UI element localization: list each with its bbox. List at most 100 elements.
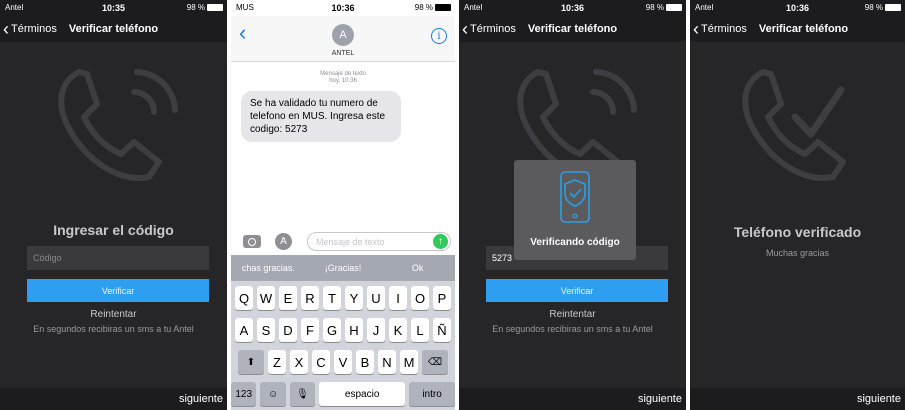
key-c[interactable]: C — [312, 350, 330, 374]
key-s[interactable]: S — [257, 318, 275, 342]
key-a[interactable]: A — [235, 318, 253, 342]
key-r[interactable]: R — [301, 286, 319, 310]
key-ñ[interactable]: Ñ — [433, 318, 451, 342]
message-type-label: Mensaje de texto — [320, 71, 366, 77]
key-y[interactable]: Y — [345, 286, 363, 310]
microphone-icon[interactable]: 🎙 — [289, 382, 316, 406]
nav-title: Verificar teléfono — [758, 23, 849, 35]
chevron-left-icon: ‹ — [462, 19, 468, 39]
status-bar: Antel 10:35 98 % — [0, 0, 227, 16]
key-e[interactable]: E — [279, 286, 297, 310]
back-button[interactable]: ‹ Términos — [0, 20, 57, 38]
screen-verifying: Antel 10:36 98 % ‹ Términos Verificar tel… — [459, 0, 686, 410]
key-v[interactable]: V — [334, 350, 352, 374]
next-button[interactable]: siguiente — [459, 388, 686, 410]
back-label: Términos — [11, 23, 57, 35]
battery-indicator: 98 % — [646, 3, 682, 12]
code-input[interactable]: Código — [27, 246, 209, 270]
backspace-key[interactable]: ⌫ — [422, 350, 448, 374]
app-store-icon[interactable]: A — [275, 233, 292, 250]
shield-phone-icon — [560, 171, 590, 223]
back-button[interactable]: ‹ Términos — [459, 20, 516, 38]
retry-link[interactable]: Reintentar — [459, 309, 686, 320]
battery-percent: 98 % — [645, 3, 664, 12]
page-heading: Teléfono verificado — [733, 224, 862, 240]
key-row-1: QWERTYUIOP — [231, 286, 455, 310]
key-k[interactable]: K — [389, 318, 407, 342]
next-button[interactable]: siguiente — [690, 388, 905, 410]
space-key[interactable]: espacio — [319, 382, 406, 406]
screen-sms-message: MUS 10:36 98 % ‹ A ANTEL i Mensaje de te… — [231, 0, 455, 410]
key-l[interactable]: L — [411, 318, 429, 342]
message-timestamp: hoy, 10:36 — [329, 78, 357, 84]
key-u[interactable]: U — [367, 286, 385, 310]
suggestion-item[interactable]: ¡Gracias! — [306, 255, 381, 281]
back-chevron-icon[interactable]: ‹ — [239, 22, 246, 44]
key-t[interactable]: T — [323, 286, 341, 310]
key-m[interactable]: M — [400, 350, 418, 374]
numbers-key[interactable]: 123 — [231, 382, 257, 406]
key-q[interactable]: Q — [235, 286, 253, 310]
key-f[interactable]: F — [301, 318, 319, 342]
key-n[interactable]: N — [378, 350, 396, 374]
back-label: Términos — [470, 23, 516, 35]
battery-icon — [885, 4, 901, 11]
shift-key[interactable]: ⬆ — [238, 350, 264, 374]
battery-icon — [435, 4, 451, 11]
key-x[interactable]: X — [290, 350, 308, 374]
retry-link[interactable]: Reintentar — [0, 309, 227, 320]
message-composer: A Mensaje de texto ↑ — [231, 228, 455, 255]
suggestion-item[interactable]: chas gracias. — [231, 255, 306, 281]
key-d[interactable]: D — [279, 318, 297, 342]
page-heading: Ingresar el código — [53, 222, 174, 238]
back-button[interactable]: ‹ Términos — [690, 20, 747, 38]
key-o[interactable]: O — [411, 286, 429, 310]
next-button[interactable]: siguiente — [0, 388, 227, 410]
key-p[interactable]: P — [433, 286, 451, 310]
status-bar: Antel 10:36 98 % — [459, 0, 686, 16]
nav-bar: ‹ Términos Verificar teléfono — [690, 16, 905, 42]
battery-percent: 98 % — [414, 3, 433, 12]
battery-percent: 98 % — [864, 3, 883, 12]
contact-avatar[interactable]: A — [332, 24, 354, 46]
screen-verified: Antel 10:36 98 % ‹ Términos Verificar tel… — [690, 0, 905, 410]
status-bar: MUS 10:36 98 % — [231, 0, 455, 16]
predictive-bar: chas gracias. ¡Gracias! Ok — [231, 255, 455, 281]
suggestion-item[interactable]: Ok — [380, 255, 455, 281]
retry-note: En segundos recibiras un sms a tu Antel — [492, 324, 653, 334]
chevron-left-icon: ‹ — [693, 19, 699, 39]
phone-handset-icon — [57, 69, 178, 181]
phone-check-icon — [741, 69, 846, 181]
key-w[interactable]: W — [257, 286, 275, 310]
key-h[interactable]: H — [345, 318, 363, 342]
key-g[interactable]: G — [323, 318, 341, 342]
key-z[interactable]: Z — [268, 350, 286, 374]
info-icon[interactable]: i — [431, 28, 447, 44]
key-b[interactable]: B — [356, 350, 374, 374]
battery-icon — [666, 4, 682, 11]
nav-bar: ‹ Términos Verificar teléfono — [0, 16, 227, 42]
emoji-key[interactable]: ☺ — [260, 382, 286, 406]
battery-indicator: 98 % — [415, 3, 451, 12]
key-j[interactable]: J — [367, 318, 385, 342]
key-row-4: 123 ☺ 🎙 espacio intro — [231, 382, 455, 406]
verify-button[interactable]: Verificar — [486, 279, 668, 302]
back-label: Términos — [701, 23, 747, 35]
chevron-left-icon: ‹ — [3, 19, 9, 39]
verifying-overlay: Verificando código — [514, 160, 636, 260]
send-arrow-icon[interactable]: ↑ — [433, 234, 448, 249]
return-key[interactable]: intro — [409, 382, 455, 406]
screen-enter-code: Antel 10:35 98 % ‹ Términos Verificar tel… — [0, 0, 227, 410]
verify-button[interactable]: Verificar — [27, 279, 209, 302]
status-bar: Antel 10:36 98 % — [690, 0, 905, 16]
message-input[interactable]: Mensaje de texto ↑ — [307, 232, 451, 251]
key-i[interactable]: I — [389, 286, 407, 310]
contact-name: ANTEL — [331, 50, 355, 57]
camera-icon[interactable] — [243, 235, 261, 248]
key-row-2: ASDFGHJKLÑ — [231, 318, 455, 342]
battery-indicator: 98 % — [865, 3, 901, 12]
thanks-text: Muchas gracias — [765, 248, 830, 258]
retry-note: En segundos recibiras un sms a tu Antel — [33, 324, 194, 334]
content-area: Teléfono verificado Muchas gracias — [690, 42, 905, 410]
letter-keys: ZXCVBNM — [268, 350, 418, 374]
